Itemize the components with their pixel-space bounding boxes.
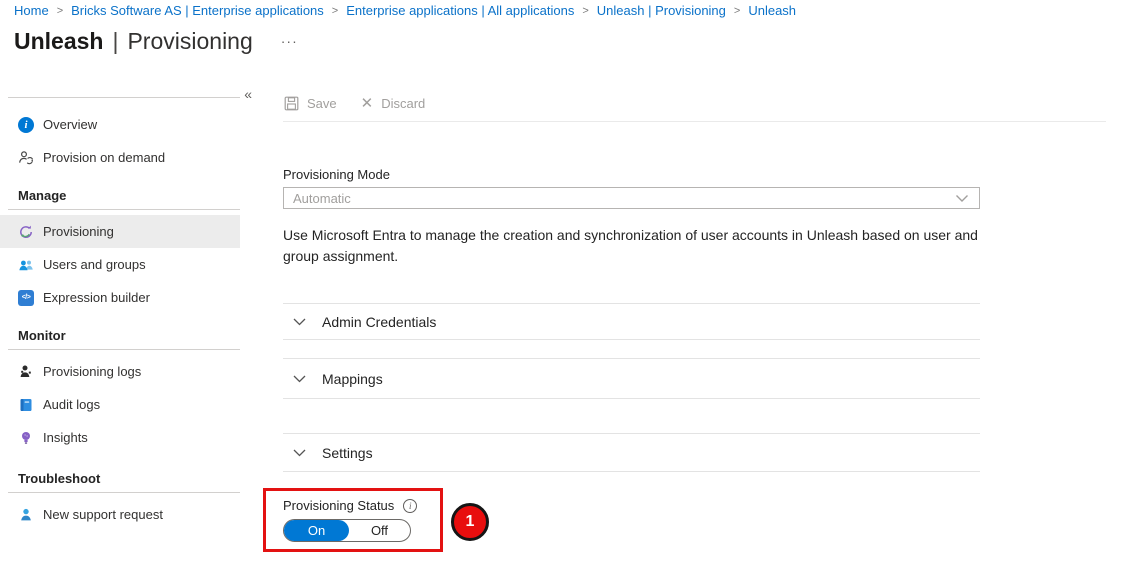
provisioning-status-label: Provisioning Status [283,498,394,513]
sidebar-section-manage: Manage [8,181,240,210]
sidebar-item-label: Overview [43,117,97,132]
discard-x-icon: ✕ [361,96,374,111]
breadcrumb-unleash-provisioning[interactable]: Unleash | Provisioning [597,3,726,18]
breadcrumb-separator: > [57,5,63,17]
sidebar-section-troubleshoot: Troubleshoot [8,464,240,493]
provisioning-description: Use Microsoft Entra to manage the creati… [283,225,980,267]
sidebar-collapse-icon[interactable]: « [244,86,252,102]
breadcrumb-home[interactable]: Home [14,3,49,18]
toggle-on-button[interactable]: On [284,520,349,541]
discard-button-label: Discard [381,96,425,111]
sidebar-item-label: Expression builder [43,290,150,305]
breadcrumb-all-applications[interactable]: Enterprise applications | All applicatio… [346,3,574,18]
provisioning-mode-dropdown[interactable]: Automatic [283,187,980,209]
save-button[interactable]: Save [283,95,337,111]
sidebar-item-provisioning[interactable]: Provisioning [0,215,240,248]
sidebar-item-provisioning-logs[interactable]: Provisioning logs [0,355,240,388]
sidebar-item-insights[interactable]: Insights [0,421,240,454]
section-admin-credentials[interactable]: Admin Credentials [283,303,980,340]
sidebar-item-audit-logs[interactable]: Audit logs [0,388,240,421]
breadcrumb: Home > Bricks Software AS | Enterprise a… [14,3,796,18]
breadcrumb-separator: > [332,5,338,17]
chevron-down-icon [954,190,970,206]
save-button-label: Save [307,96,337,111]
provisioning-mode-value: Automatic [293,191,351,206]
info-icon[interactable]: i [403,499,417,513]
sidebar-item-label: Provisioning logs [43,364,141,379]
page-title-blade-name: Provisioning [127,28,252,55]
toggle-off-button[interactable]: Off [349,523,410,538]
save-icon [283,95,299,111]
breadcrumb-unleash[interactable]: Unleash [748,3,796,18]
people-icon [18,257,34,273]
sidebar-divider [8,97,240,98]
entra-provisioning-page: Home > Bricks Software AS | Enterprise a… [0,0,1122,580]
sidebar-item-provision-on-demand[interactable]: Provision on demand [0,141,240,174]
page-title: Unleash | Provisioning ··· [14,28,298,55]
breadcrumb-enterprise-apps[interactable]: Bricks Software AS | Enterprise applicat… [71,3,324,18]
sidebar-item-label: New support request [43,507,163,522]
sidebar-item-overview[interactable]: i Overview [0,108,240,141]
provisioning-status-toggle: On Off [283,519,411,542]
command-bar: Save ✕ Discard [283,85,1106,122]
sidebar-item-label: Users and groups [43,257,146,272]
page-title-divider: | [112,28,118,55]
page-title-app-name: Unleash [14,28,103,55]
sidebar-item-users-and-groups[interactable]: Users and groups [0,248,240,281]
person-logs-icon [18,364,34,380]
person-sync-icon [18,150,34,166]
chevron-down-icon [291,314,307,330]
annotation-step-badge: 1 [451,503,489,541]
sidebar-item-label: Audit logs [43,397,100,412]
annotation-highlight-box: Provisioning Status i On Off [263,488,443,552]
sidebar-item-new-support-request[interactable]: New support request [0,498,240,531]
audit-book-icon [18,397,34,413]
more-actions-icon[interactable]: ··· [281,33,298,49]
code-icon: </> [18,290,34,306]
section-label: Admin Credentials [322,314,436,330]
lightbulb-icon [18,430,34,446]
section-label: Settings [322,445,373,461]
sidebar-section-monitor: Monitor [8,321,240,350]
main-content: Save ✕ Discard Provisioning Mode Automat… [283,85,1106,472]
info-icon: i [18,117,34,133]
sidebar: « i Overview Provision on demand Manage … [0,85,260,531]
discard-button[interactable]: ✕ Discard [361,96,426,111]
sidebar-item-label: Insights [43,430,88,445]
chevron-down-icon [291,371,307,387]
sidebar-item-label: Provisioning [43,224,114,239]
sidebar-item-expression-builder[interactable]: </> Expression builder [0,281,240,314]
chevron-down-icon [291,445,307,461]
section-label: Mappings [322,371,383,387]
sync-icon [18,224,34,240]
provisioning-mode-label: Provisioning Mode [283,167,980,182]
section-settings[interactable]: Settings [283,433,980,472]
breadcrumb-separator: > [734,5,740,17]
section-mappings[interactable]: Mappings [283,358,980,399]
breadcrumb-separator: > [582,5,588,17]
sidebar-item-label: Provision on demand [43,150,165,165]
support-person-icon [18,507,34,523]
